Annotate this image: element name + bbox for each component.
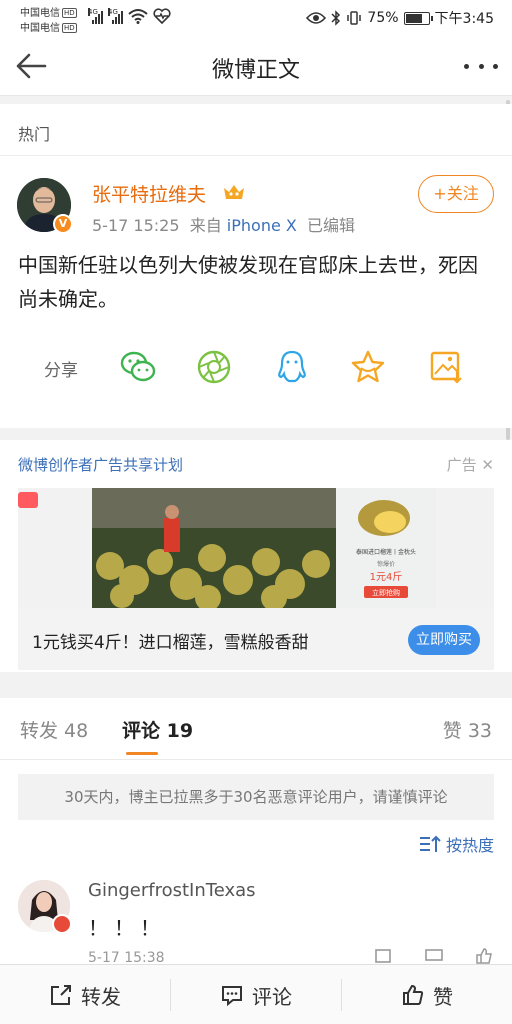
repost-button[interactable]: 转发 xyxy=(0,965,170,1024)
comment-notice: 30天内，博主已拉黑多于30名恶意评论用户，请谨慎评论 xyxy=(18,774,494,820)
tab-like[interactable]: 赞 33 xyxy=(443,716,492,743)
vip-crown-icon xyxy=(224,185,244,199)
comment-section: 30天内，博主已拉黑多于30名恶意评论用户，请谨慎评论 按热度 Gingerfr… xyxy=(0,760,512,964)
ad-caption: 1元钱买4斤！进口榴莲，雪糕般香甜 xyxy=(32,633,309,653)
vibrate-icon xyxy=(347,11,362,25)
favorite-icon[interactable] xyxy=(349,348,387,386)
weibo-post: V 张平特拉维夫 5-17 15:25 来自 iPhone X 已编辑 +关注 … xyxy=(0,156,512,428)
ad-card[interactable]: 微博创作者广告共享计划 广告 ✕ 泰国进口榴莲丨金枕头 惊爆价 1元4斤 立即抢… xyxy=(0,440,512,672)
battery-icon xyxy=(403,11,433,25)
carrier-1: 中国电信 HD xyxy=(20,8,77,19)
more-options-button[interactable] xyxy=(464,54,498,78)
banner-cta: 立即抢购 xyxy=(372,588,400,597)
post-source[interactable]: iPhone X xyxy=(227,216,297,235)
sort-label: 按热度 xyxy=(445,836,494,855)
post-meta: 5-17 15:25 来自 iPhone X 已编辑 xyxy=(92,212,355,236)
comment-text: ！！！ xyxy=(88,916,166,940)
ad-tag[interactable]: 广告 ✕ xyxy=(447,454,494,475)
comment-icon xyxy=(222,986,242,1007)
thumbs-up-icon xyxy=(403,984,424,1005)
page-title: 微博正文 xyxy=(211,58,300,83)
wifi-icon xyxy=(128,9,148,24)
comment-reply-icon[interactable] xyxy=(424,948,444,964)
interaction-tabs: 转发 48 评论 19 赞 33 xyxy=(0,698,512,760)
sort-icon xyxy=(419,835,441,852)
share-row: 分享 xyxy=(0,344,512,388)
battery-percent: 75% xyxy=(367,10,399,26)
signal-icon: 4G xyxy=(108,8,123,24)
comment-like-icon[interactable] xyxy=(474,948,494,964)
signal-indicators: 4G 4G xyxy=(88,8,171,24)
banner-title: 泰国进口榴莲丨金枕头 xyxy=(356,548,416,556)
share-label: 分享 xyxy=(44,361,78,381)
edited-label[interactable]: 已编辑 xyxy=(307,216,355,235)
bluetooth-icon xyxy=(331,10,341,26)
author-name[interactable]: 张平特拉维夫 xyxy=(92,180,206,207)
source-prefix: 来自 xyxy=(189,216,222,235)
comment-username[interactable]: GingerfrostInTexas xyxy=(88,880,256,901)
eye-icon xyxy=(306,12,327,24)
qq-icon[interactable] xyxy=(273,348,311,386)
hot-label: 热门 xyxy=(18,125,51,144)
buy-now-button[interactable]: 立即购买 xyxy=(408,625,480,655)
repost-label: 转发 xyxy=(81,984,121,1009)
tab-comment[interactable]: 评论 19 xyxy=(122,716,193,743)
banner-price: 1元4斤 xyxy=(370,571,403,583)
ad-banner[interactable]: 泰国进口榴莲丨金枕头 惊爆价 1元4斤 立即抢购 xyxy=(18,488,494,608)
bottom-action-bar: 转发 评论 赞 xyxy=(0,964,512,1024)
repost-icon xyxy=(51,985,71,1005)
follow-button[interactable]: +关注 xyxy=(418,175,494,213)
post-text: 中国新任驻以色列大使被发现在官邸床上去世，死因尚未确定。 xyxy=(18,253,478,311)
clock: 下午3:45 xyxy=(434,11,494,27)
like-button[interactable]: 赞 xyxy=(342,965,512,1024)
heartbeat-icon xyxy=(153,8,171,24)
comment-label: 评论 xyxy=(252,984,292,1009)
active-tab-indicator xyxy=(126,752,158,755)
moments-icon[interactable] xyxy=(195,348,233,386)
comment-repost-icon[interactable] xyxy=(374,948,394,964)
comment-actions xyxy=(374,948,494,964)
author-avatar[interactable]: V xyxy=(17,178,73,234)
sort-button[interactable]: 按热度 xyxy=(418,832,494,856)
ad-caption-bar[interactable]: 1元钱买4斤！进口榴莲，雪糕般香甜 立即购买 xyxy=(18,608,494,670)
comment-user-badge xyxy=(52,914,72,934)
durian-banner-image: 泰国进口榴莲丨金枕头 惊爆价 1元4斤 立即抢购 xyxy=(18,488,494,608)
comment-button[interactable]: 评论 xyxy=(171,965,341,1024)
verified-badge: V xyxy=(53,214,73,234)
hot-section-header: 热门 xyxy=(0,104,512,156)
wechat-icon[interactable] xyxy=(119,348,157,386)
carrier-2: 中国电信 HD xyxy=(20,23,77,34)
signal-icon: 4G xyxy=(88,8,103,24)
save-image-icon[interactable] xyxy=(427,348,465,386)
close-icon[interactable]: ✕ xyxy=(477,456,494,474)
comment-time: 5-17 15:38 xyxy=(88,950,165,964)
ad-program-link[interactable]: 微博创作者广告共享计划 xyxy=(18,454,183,475)
post-time: 5-17 15:25 xyxy=(92,216,180,235)
nav-bar: 微博正文 xyxy=(0,36,512,96)
banner-price-label: 惊爆价 xyxy=(377,560,395,568)
tab-repost[interactable]: 转发 48 xyxy=(20,716,88,743)
like-label: 赞 xyxy=(433,984,453,1009)
status-bar: 中国电信 HD 中国电信 HD 4G 4G 75% 下午3:45 xyxy=(0,0,512,36)
status-right: 75% 下午3:45 xyxy=(306,8,494,28)
